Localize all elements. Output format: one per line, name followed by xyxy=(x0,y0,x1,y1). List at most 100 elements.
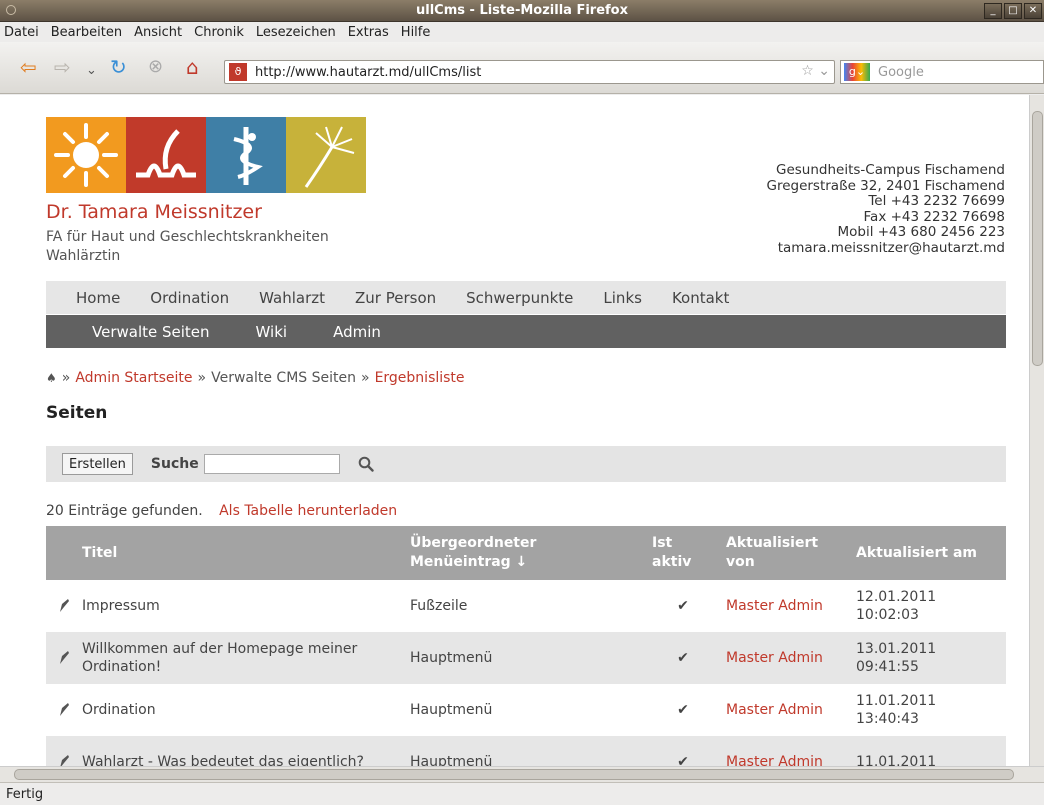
doctor-subtitle: FA für Haut und Geschlechtskrankheiten W… xyxy=(46,228,329,266)
status-text: Fertig xyxy=(6,787,44,802)
search-label: Suche xyxy=(150,456,199,472)
subtitle-wahlaerztin: Wahlärztin xyxy=(46,248,121,264)
row-menu: Hauptmenü xyxy=(410,754,493,766)
header-aktualisiert-von[interactable]: Aktualisiert von xyxy=(726,534,856,572)
page-viewport: Dr. Tamara Meissnitzer FA für Haut und G… xyxy=(0,95,1029,766)
menu-datei[interactable]: Datei xyxy=(4,25,39,40)
admin-nav-verwalte-seiten[interactable]: Verwalte Seiten xyxy=(92,323,210,341)
search-icon[interactable] xyxy=(358,456,374,472)
row-updated-by[interactable]: Master Admin xyxy=(726,702,856,718)
row-updated-by[interactable]: Master Admin xyxy=(726,598,856,614)
vertical-scroll-thumb[interactable] xyxy=(1032,111,1043,366)
url-text[interactable]: http://www.hautarzt.md/ullCms/list xyxy=(255,65,481,80)
row-updated-at: 12.01.2011 10:02:03 xyxy=(856,589,937,623)
url-bar[interactable]: ϑ http://www.hautarzt.md/ullCms/list ☆ ⌄ xyxy=(224,60,835,84)
edit-pencil-icon[interactable] xyxy=(46,702,82,718)
breadcrumb-separator: » xyxy=(197,370,207,386)
header-titel[interactable]: Titel xyxy=(82,544,410,562)
stop-icon[interactable]: ⊗ xyxy=(148,56,163,78)
forward-arrow-icon[interactable]: ⇨ xyxy=(54,56,71,78)
breadcrumb: ♠ » Admin Startseite » Verwalte CMS Seit… xyxy=(46,370,465,386)
admin-nav-admin[interactable]: Admin xyxy=(333,323,381,341)
home-icon[interactable]: ⌂ xyxy=(186,56,199,78)
header-menueintrag[interactable]: Übergeordneter Menüeintrag ↓ xyxy=(410,534,640,572)
nav-wahlarzt[interactable]: Wahlarzt xyxy=(259,289,325,307)
result-count-text: 20 Einträge gefunden. xyxy=(46,503,203,519)
vertical-scrollbar[interactable] xyxy=(1029,95,1044,766)
row-title: Ordination xyxy=(82,702,156,718)
table-row: Wahlarzt - Was bedeutet das eigentlich? … xyxy=(46,736,1006,766)
row-menu: Hauptmenü xyxy=(410,650,493,666)
search-engine-icon[interactable]: g⌄ xyxy=(844,63,870,81)
edit-pencil-icon[interactable] xyxy=(46,754,82,766)
breadcrumb-admin-startseite[interactable]: Admin Startseite xyxy=(75,370,192,386)
nav-links[interactable]: Links xyxy=(603,289,642,307)
logo[interactable] xyxy=(46,117,366,193)
menu-extras[interactable]: Extras xyxy=(348,25,389,40)
horizontal-scrollbar[interactable] xyxy=(0,766,1044,782)
menu-chronik[interactable]: Chronik xyxy=(194,25,244,40)
row-updated-by[interactable]: Master Admin xyxy=(726,650,856,666)
row-updated-by[interactable]: Master Admin xyxy=(726,754,856,766)
edit-pencil-icon[interactable] xyxy=(46,650,82,666)
contact-email: tamara.meissnitzer@hautarzt.md xyxy=(777,239,1005,256)
row-active-check-icon: ✔ xyxy=(677,702,689,718)
breadcrumb-verwalte-cms[interactable]: Verwalte CMS Seiten xyxy=(211,370,356,386)
contact-mobile: Mobil +43 680 2456 223 xyxy=(837,224,1005,240)
contact-address: Gregerstraße 32, 2401 Fischamend xyxy=(766,177,1005,194)
header-aktualisiert-am[interactable]: Aktualisiert am xyxy=(856,544,1006,562)
breadcrumb-ergebnisliste[interactable]: Ergebnisliste xyxy=(375,370,465,386)
list-toolbar: Erstellen Suche xyxy=(46,446,1006,482)
page-title: Seiten xyxy=(46,403,108,423)
row-title: Wahlarzt - Was bedeutet das eigentlich? xyxy=(82,754,364,766)
row-title: Willkommen auf der Homepage meiner Ordin… xyxy=(82,641,358,675)
table-header: Titel Übergeordneter Menüeintrag ↓ Ist a… xyxy=(46,526,1006,580)
caduceus-logo-tile xyxy=(206,117,286,193)
sun-logo-tile xyxy=(46,117,126,193)
contact-tel: Tel +43 2232 76699 xyxy=(868,193,1005,209)
menu-lesezeichen[interactable]: Lesezeichen xyxy=(256,25,336,40)
create-button[interactable]: Erstellen xyxy=(62,453,133,475)
row-active-check-icon: ✔ xyxy=(677,650,689,666)
breadcrumb-home-icon[interactable]: ♠ xyxy=(46,371,57,385)
search-placeholder: Google xyxy=(878,64,924,80)
minimize-button[interactable]: _ xyxy=(984,3,1002,19)
nav-schwerpunkte[interactable]: Schwerpunkte xyxy=(466,289,573,307)
row-updated-at: 11.01.2011 xyxy=(856,754,937,766)
navigation-toolbar: ⇦ ⇨ ⌄ ↻ ⊗ ⌂ ϑ http://www.hautarzt.md/ull… xyxy=(0,42,1044,94)
edit-pencil-icon[interactable] xyxy=(46,598,82,614)
search-input[interactable] xyxy=(203,454,340,474)
row-menu: Hauptmenü xyxy=(410,702,493,718)
back-arrow-icon[interactable]: ⇦ xyxy=(20,56,37,78)
window-titlebar: ullCms - Liste-Mozilla Firefox _ □ ✕ xyxy=(0,0,1044,22)
horizontal-scroll-thumb[interactable] xyxy=(14,769,1014,780)
main-navigation: Home Ordination Wahlarzt Zur Person Schw… xyxy=(46,281,1006,314)
download-table-link[interactable]: Als Tabelle herunterladen xyxy=(219,503,397,519)
history-dropdown-icon[interactable]: ⌄ xyxy=(86,60,97,82)
nav-ordination[interactable]: Ordination xyxy=(150,289,229,307)
row-menu: Fußzeile xyxy=(410,598,468,614)
maximize-button[interactable]: □ xyxy=(1004,3,1022,19)
row-active-check-icon: ✔ xyxy=(677,598,689,614)
skin-logo-tile xyxy=(126,117,206,193)
nav-kontakt[interactable]: Kontakt xyxy=(672,289,729,307)
menu-ansicht[interactable]: Ansicht xyxy=(134,25,182,40)
admin-nav-wiki[interactable]: Wiki xyxy=(256,323,288,341)
site-favicon-icon: ϑ xyxy=(229,63,247,81)
search-bar[interactable]: g⌄ Google xyxy=(840,60,1044,84)
nav-home[interactable]: Home xyxy=(76,289,120,307)
reload-icon[interactable]: ↻ xyxy=(110,56,127,78)
contact-info: Gesundheits-Campus Fischamend Gregerstra… xyxy=(766,162,1005,256)
table-row: Ordination Hauptmenü ✔ Master Admin 11.0… xyxy=(46,684,1006,736)
close-button[interactable]: ✕ xyxy=(1024,3,1042,19)
header-ist-aktiv[interactable]: Ist aktiv xyxy=(640,534,726,572)
breadcrumb-separator: » xyxy=(360,370,370,386)
status-bar: Fertig xyxy=(0,782,1044,805)
dandelion-logo-tile xyxy=(286,117,366,193)
nav-zur-person[interactable]: Zur Person xyxy=(355,289,436,307)
menu-hilfe[interactable]: Hilfe xyxy=(401,25,431,40)
pages-table: Titel Übergeordneter Menüeintrag ↓ Ist a… xyxy=(46,526,1006,766)
doctor-name: Dr. Tamara Meissnitzer xyxy=(46,201,262,223)
menu-bearbeiten[interactable]: Bearbeiten xyxy=(51,25,122,40)
bookmark-star-icon[interactable]: ☆ ⌄ xyxy=(801,63,830,79)
